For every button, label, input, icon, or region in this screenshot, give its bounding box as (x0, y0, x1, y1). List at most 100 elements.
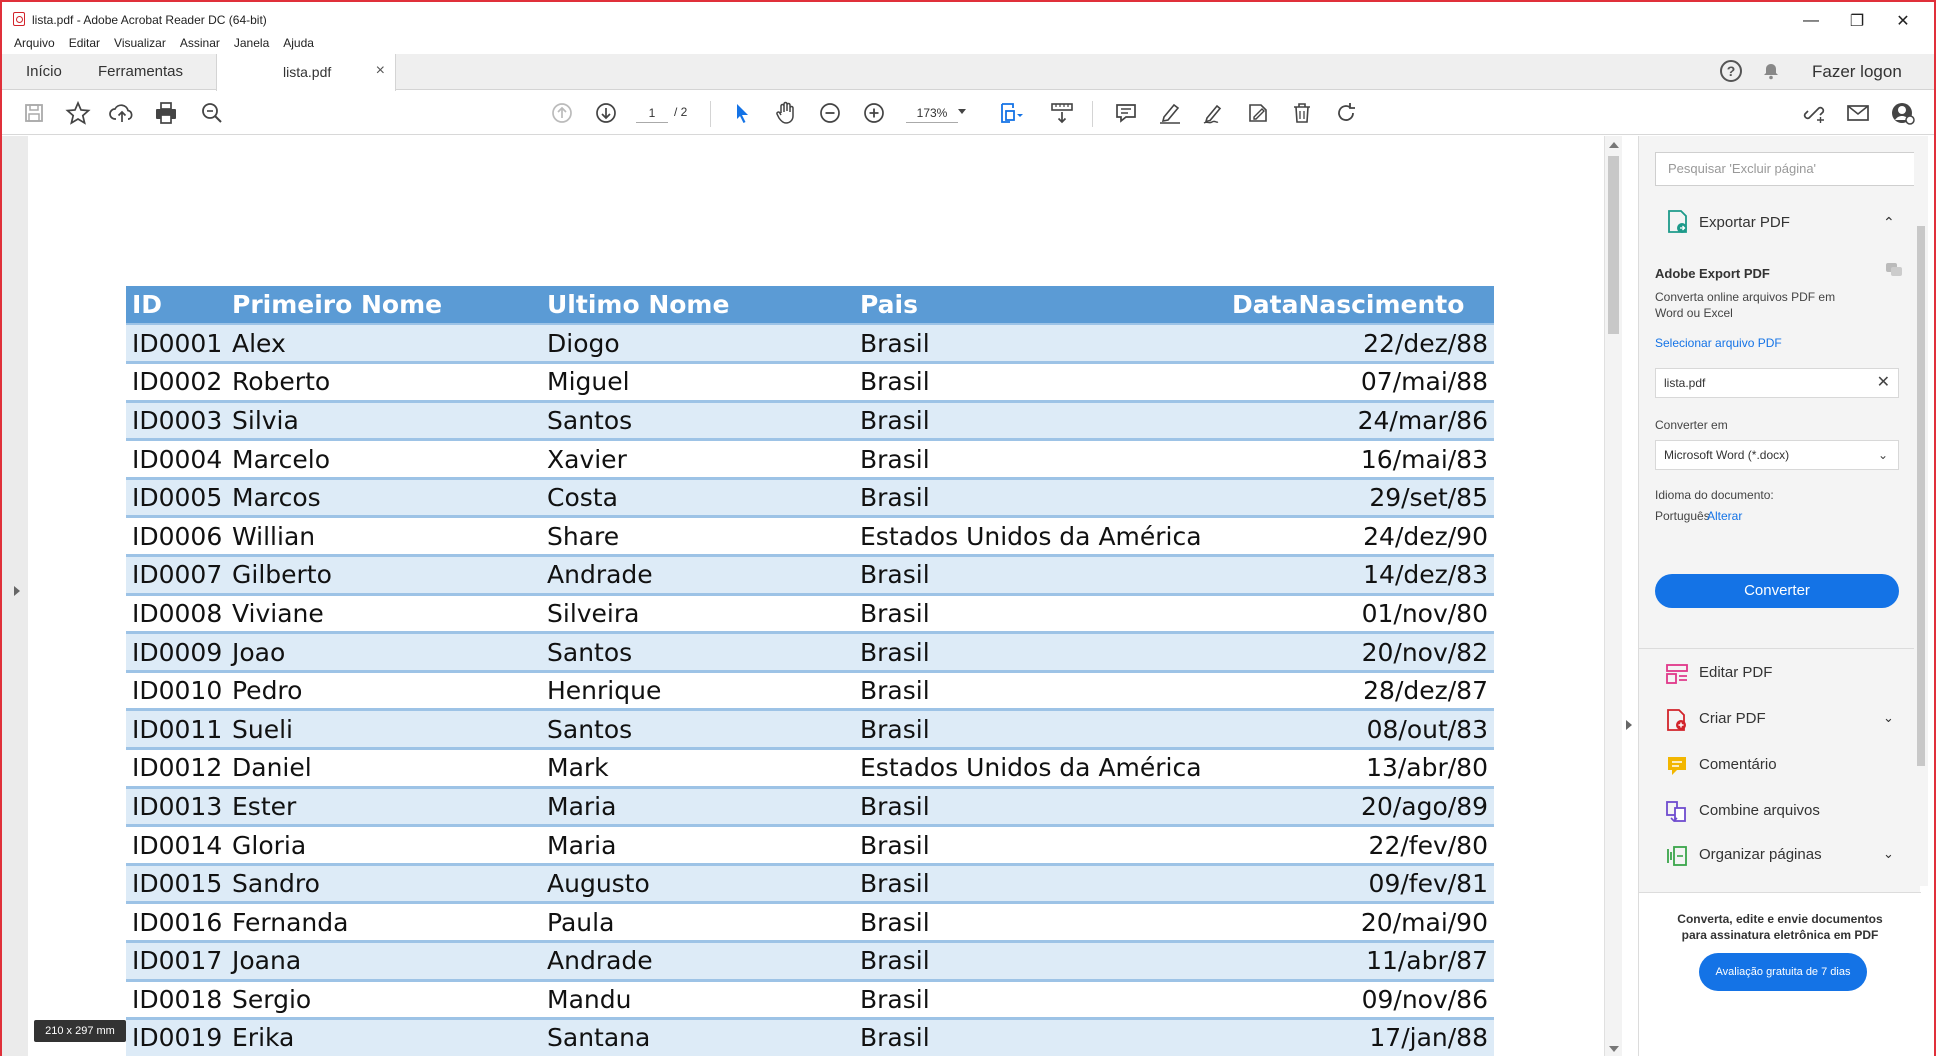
cell-last-name: Santos (541, 709, 854, 751)
cloud-upload-icon[interactable] (108, 99, 136, 127)
cell-birthdate: 07/mai/88 (1226, 362, 1494, 403)
info-bubble-icon[interactable] (1885, 262, 1903, 278)
cell-birthdate: 17/jan/88 (1226, 1018, 1494, 1056)
export-pdf-header[interactable]: Exportar PDF ⌃ (1639, 202, 1921, 246)
cell-last-name: Mandu (541, 980, 854, 1021)
promo-line1: Converta, edite e envie documentos (1677, 912, 1883, 926)
document-scrollbar[interactable] (1604, 136, 1622, 1056)
combine-files-icon (1666, 801, 1686, 823)
menu-visualizar[interactable]: Visualizar (114, 34, 166, 54)
delete-icon[interactable] (1288, 99, 1316, 127)
menu-editar[interactable]: Editar (69, 34, 100, 54)
page-up-icon[interactable] (548, 99, 576, 127)
chevron-up-icon[interactable]: ⌃ (1883, 214, 1895, 231)
free-trial-button[interactable]: Avaliação gratuita de 7 dias (1699, 953, 1867, 991)
left-gutter (2, 136, 28, 1056)
tool-combine-files[interactable]: Combine arquivos (1639, 794, 1921, 830)
cell-id: ID0013 (126, 787, 226, 828)
notification-bell-icon[interactable] (1762, 62, 1780, 80)
export-pdf-icon (1668, 210, 1687, 233)
menu-ajuda[interactable]: Ajuda (283, 34, 314, 54)
sign-icon[interactable] (1200, 99, 1228, 127)
cell-last-name: Diogo (541, 324, 854, 365)
tools-search-input[interactable]: Pesquisar 'Excluir página' (1655, 152, 1915, 186)
fill-sign-icon[interactable] (1244, 99, 1272, 127)
cell-first-name: Erika (226, 1018, 541, 1056)
change-language-link[interactable]: Alterar (1707, 509, 1742, 523)
fit-page-icon[interactable] (996, 99, 1024, 127)
highlight-icon[interactable] (1156, 99, 1184, 127)
chevron-down-icon[interactable]: ⌄ (1883, 710, 1894, 726)
comment-icon[interactable] (1112, 99, 1140, 127)
document-viewer[interactable]: ID Primeiro Nome Ultimo Nome Pais DataNa… (2, 136, 1632, 1056)
scrollbar-thumb[interactable] (1917, 226, 1925, 766)
page-number-input[interactable] (636, 103, 668, 123)
scrollbar-thumb[interactable] (1608, 156, 1619, 334)
tab-home[interactable]: Início (26, 54, 62, 90)
collapse-right-panel-icon[interactable] (1626, 720, 1632, 730)
tool-organize-pages[interactable]: Organizar páginas ⌄ (1639, 838, 1921, 874)
link-icon[interactable] (1800, 99, 1828, 127)
account-icon[interactable] (1888, 99, 1916, 127)
minimize-button[interactable]: — (1788, 8, 1834, 34)
rotate-icon[interactable] (1332, 99, 1360, 127)
menu-assinar[interactable]: Assinar (180, 34, 220, 54)
scroll-down-icon[interactable] (1609, 1046, 1619, 1052)
expand-left-panel-icon[interactable] (14, 586, 20, 596)
cell-last-name: Paula (541, 902, 854, 943)
tab-tools[interactable]: Ferramentas (98, 54, 183, 90)
sign-in-button[interactable]: Fazer logon (1812, 62, 1902, 82)
cell-birthdate: 28/dez/87 (1226, 671, 1494, 712)
cell-id: ID0005 (126, 478, 226, 519)
chevron-down-icon[interactable]: ⌄ (1883, 846, 1894, 862)
save-icon[interactable] (20, 99, 48, 127)
scroll-mode-icon[interactable] (1048, 99, 1076, 127)
convert-button[interactable]: Converter (1655, 574, 1899, 608)
print-icon[interactable] (152, 99, 180, 127)
convert-format-select[interactable]: Microsoft Word (*.docx) ⌄ (1655, 440, 1899, 470)
tools-pane-scrollbar[interactable] (1914, 136, 1928, 886)
tab-document[interactable]: lista.pdf × (216, 54, 396, 91)
cell-last-name: Santos (541, 401, 854, 442)
cell-birthdate: 20/mai/90 (1226, 902, 1494, 943)
tool-comment[interactable]: Comentário (1639, 748, 1921, 784)
zoom-in-icon[interactable] (860, 99, 888, 127)
cell-last-name: Henrique (541, 671, 854, 712)
scroll-up-icon[interactable] (1609, 142, 1619, 148)
page-down-icon[interactable] (592, 99, 620, 127)
promo-text: Converta, edite e envie documentos para … (1655, 911, 1905, 943)
tool-create-pdf[interactable]: Criar PDF ⌄ (1639, 702, 1921, 738)
cell-id: ID0009 (126, 632, 226, 673)
cell-first-name: Joana (226, 941, 541, 982)
select-pdf-file-link[interactable]: Selecionar arquivo PDF (1655, 336, 1782, 350)
cell-country: Estados Unidos da América (854, 516, 1226, 558)
cell-first-name: Marcelo (226, 439, 541, 480)
cell-last-name: Augusto (541, 864, 854, 905)
cell-first-name: Roberto (226, 362, 541, 403)
zoom-level-field[interactable]: 173% (906, 103, 958, 123)
tab-close-button[interactable]: × (376, 62, 385, 80)
cell-first-name: Joao (226, 632, 541, 673)
email-icon[interactable] (1844, 99, 1872, 127)
cell-id: ID0006 (126, 516, 226, 558)
table-row: ID0013 Ester Maria Brasil 20/ago/89 (126, 787, 1494, 828)
zoom-dropdown-icon[interactable] (958, 109, 966, 114)
cell-first-name: Fernanda (226, 902, 541, 943)
help-icon[interactable]: ? (1720, 60, 1742, 82)
tool-label: Combine arquivos (1699, 802, 1820, 819)
restore-button[interactable]: ❐ (1834, 8, 1880, 34)
table-row: ID0001 Alex Diogo Brasil 22/dez/88 (126, 324, 1494, 365)
menu-arquivo[interactable]: Arquivo (14, 34, 55, 54)
menu-janela[interactable]: Janela (234, 34, 269, 54)
hand-icon[interactable] (772, 99, 800, 127)
cell-birthdate: 16/mai/83 (1226, 439, 1494, 480)
cell-birthdate: 14/dez/83 (1226, 555, 1494, 596)
select-cursor-icon[interactable] (728, 99, 756, 127)
star-icon[interactable] (64, 99, 92, 127)
tool-edit-pdf[interactable]: Editar PDF (1639, 656, 1921, 692)
organize-pages-icon (1667, 846, 1687, 866)
clear-file-icon[interactable]: ✕ (1877, 369, 1890, 397)
zoom-search-icon[interactable] (198, 99, 226, 127)
close-window-button[interactable]: ✕ (1880, 8, 1926, 34)
zoom-out-icon[interactable] (816, 99, 844, 127)
